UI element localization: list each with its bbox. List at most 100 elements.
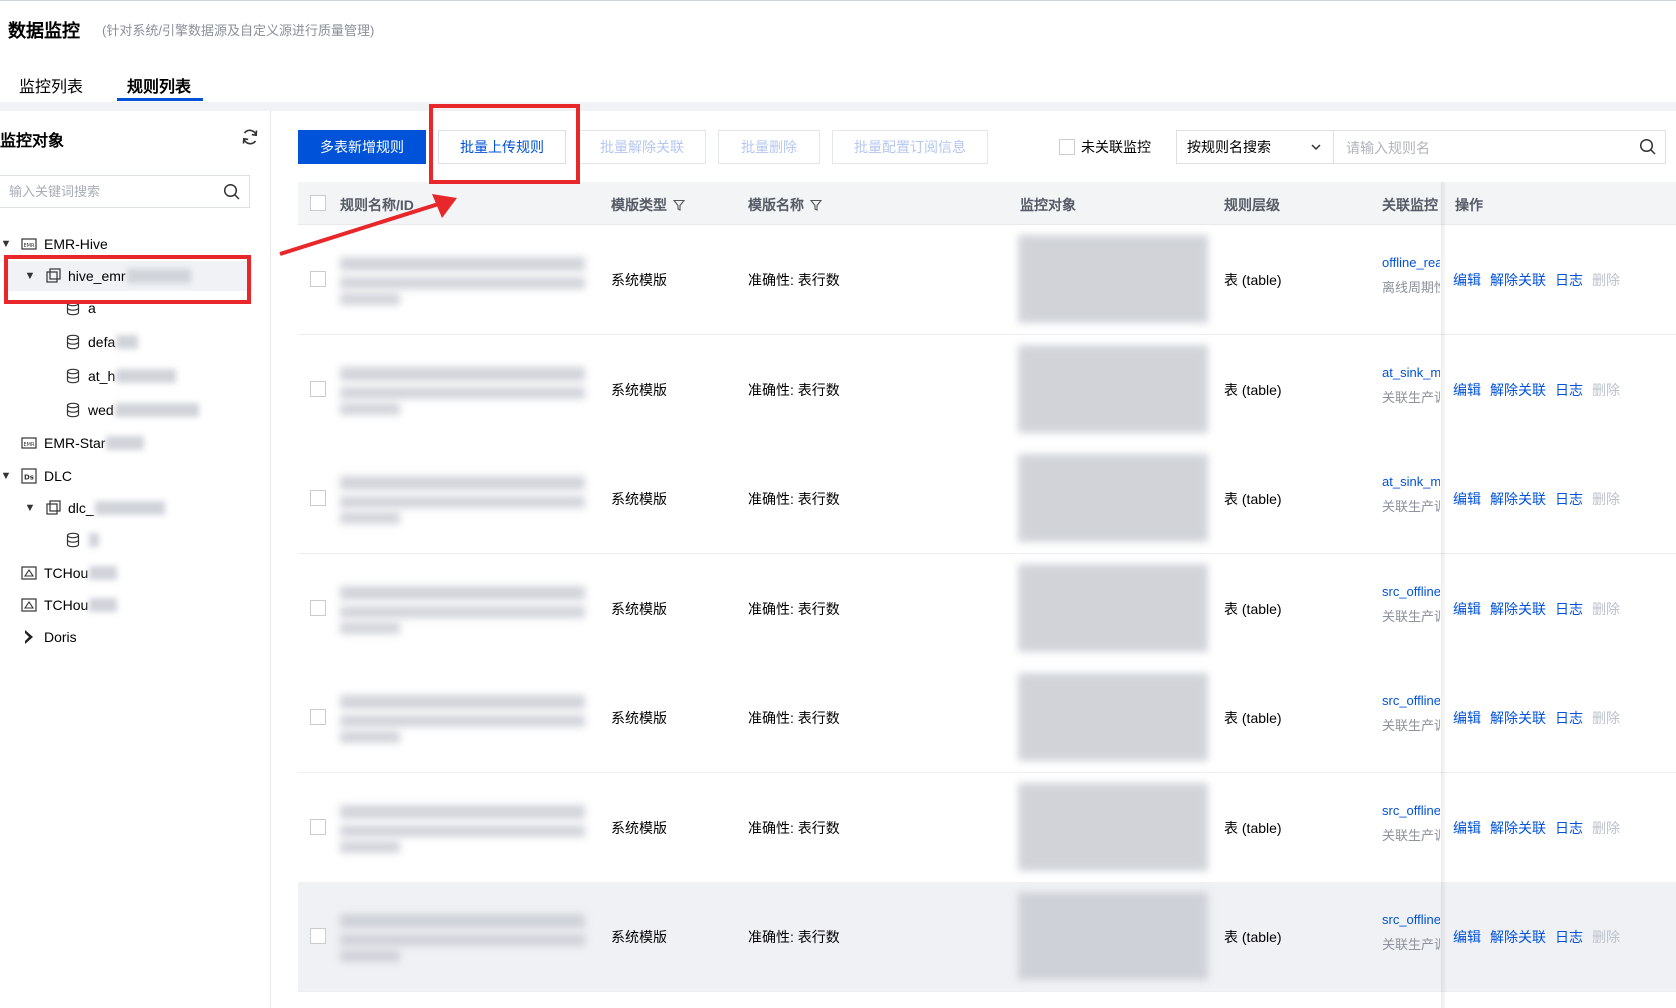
unlink-link[interactable]: 解除关联	[1490, 927, 1546, 947]
search-icon[interactable]	[223, 183, 241, 201]
edit-link[interactable]: 编辑	[1453, 380, 1481, 400]
unlink-link[interactable]: 解除关联	[1490, 708, 1546, 728]
filter-icon[interactable]	[810, 199, 822, 211]
expand-arrow-icon[interactable]: ▼	[0, 470, 12, 482]
linked-monitor-link[interactable]: offline_rea	[1382, 255, 1440, 270]
edit-link[interactable]: 编辑	[1453, 708, 1481, 728]
row-checkbox[interactable]	[310, 709, 326, 725]
row-checkbox[interactable]	[310, 381, 326, 397]
table-row[interactable]: 系统模版 准确性: 表行数 表 (table) src_offline 关联生产调编辑解…	[298, 882, 1676, 992]
search-type-select[interactable]: 按规则名搜索	[1176, 130, 1334, 164]
edit-link[interactable]: 编辑	[1453, 927, 1481, 947]
table-row[interactable]: 系统模版 准确性: 表行数 表 (table) at_sink_m 关联生产调编辑解除关…	[298, 335, 1676, 445]
table-row[interactable]: 系统模版 准确性: 表行数 表 (table) at_sink_m 关联生产调编辑解除关…	[298, 444, 1676, 554]
expand-arrow-icon[interactable]: ▼	[24, 502, 36, 514]
row-checkbox[interactable]	[310, 271, 326, 287]
redacted-rule-id	[340, 950, 400, 962]
edit-link[interactable]: 编辑	[1453, 270, 1481, 290]
tree-node-doris[interactable]: Doris	[20, 622, 77, 652]
delete-link[interactable]: 删除	[1592, 489, 1620, 509]
unlink-link[interactable]: 解除关联	[1490, 270, 1546, 290]
keyword-search-input[interactable]	[7, 183, 211, 200]
rule-search-field[interactable]	[1333, 130, 1666, 164]
log-link[interactable]: 日志	[1555, 270, 1583, 290]
table-row[interactable]: 系统模版 准确性: 表行数 表 (table) src_offline 关联生产调编辑解…	[298, 554, 1676, 664]
log-link[interactable]: 日志	[1555, 708, 1583, 728]
template-type-cell: 系统模版	[611, 272, 667, 288]
tree-node-db-dlc[interactable]	[64, 525, 99, 555]
template-name-cell: 准确性: 表行数	[748, 272, 840, 288]
template-type-cell: 系统模版	[611, 820, 667, 836]
tab-monitor-list[interactable]: 监控列表	[19, 73, 83, 97]
redacted-monitor-object	[1018, 564, 1208, 652]
log-link[interactable]: 日志	[1555, 489, 1583, 509]
dlc-icon: Ds	[21, 468, 37, 484]
delete-link[interactable]: 删除	[1592, 270, 1620, 290]
column-label: 模版名称	[748, 197, 804, 213]
svg-text:Ds: Ds	[24, 474, 34, 482]
tree-node-dlc-cluster[interactable]: ▼ dlc_	[24, 493, 165, 523]
tree-node-db-at-h[interactable]: at_h	[64, 361, 177, 391]
monitor-object-panel: 监控对象 ▼ EMR EMR-Hive ▼ hive_emr a defa at…	[0, 111, 271, 1008]
linked-monitor-link[interactable]: src_offline	[1382, 693, 1440, 708]
unlink-link[interactable]: 解除关联	[1490, 380, 1546, 400]
log-link[interactable]: 日志	[1555, 599, 1583, 619]
table-row[interactable]: 系统模版 准确性: 表行数 表 (table) src_offline 关联生产调编辑解…	[298, 663, 1676, 773]
tree-label: defa	[88, 334, 116, 350]
tree-node-tchouse-1[interactable]: TCHou	[20, 558, 118, 588]
unlinked-monitor-filter[interactable]: 未关联监控	[1059, 137, 1151, 157]
column-template-type[interactable]: 模版类型	[611, 195, 685, 215]
redacted-rule-name	[340, 695, 585, 709]
cluster-icon	[46, 500, 61, 515]
tab-rule-list[interactable]: 规则列表	[127, 73, 191, 97]
column-template-name[interactable]: 模版名称	[748, 195, 822, 215]
delete-link[interactable]: 删除	[1592, 599, 1620, 619]
search-icon[interactable]	[1639, 138, 1657, 156]
log-link[interactable]: 日志	[1555, 927, 1583, 947]
linked-monitor-link[interactable]: src_offline	[1382, 803, 1440, 818]
redacted-rule-name	[340, 805, 585, 819]
batch-delete-button[interactable]: 批量删除	[718, 130, 820, 164]
batch-unlink-button[interactable]: 批量解除关联	[578, 130, 706, 164]
rule-level-cell: 表 (table)	[1224, 601, 1282, 617]
row-checkbox[interactable]	[310, 928, 326, 944]
linked-monitor-link[interactable]: at_sink_m	[1382, 474, 1440, 489]
linked-monitor-link[interactable]: src_offline	[1382, 584, 1440, 599]
keyword-search-field[interactable]	[0, 175, 250, 208]
log-link[interactable]: 日志	[1555, 380, 1583, 400]
redacted-rule-name	[340, 367, 585, 381]
redacted-text	[106, 436, 145, 450]
edit-link[interactable]: 编辑	[1453, 489, 1481, 509]
edit-link[interactable]: 编辑	[1453, 818, 1481, 838]
unlink-link[interactable]: 解除关联	[1490, 818, 1546, 838]
table-row[interactable]: 系统模版 准确性: 表行数 表 (table) offline_rea 离线周期性编辑解…	[298, 225, 1676, 335]
tree-node-tchouse-2[interactable]: TCHou	[20, 590, 118, 620]
refresh-icon[interactable]	[240, 127, 260, 147]
linked-monitor-link[interactable]: at_sink_m	[1382, 365, 1440, 380]
batch-subscribe-config-button[interactable]: 批量配置订阅信息	[832, 130, 988, 164]
unlink-link[interactable]: 解除关联	[1490, 599, 1546, 619]
linked-monitor-link[interactable]: src_offline	[1382, 912, 1440, 927]
tree-node-db-defa[interactable]: defa	[64, 327, 139, 357]
delete-link[interactable]: 删除	[1592, 927, 1620, 947]
delete-link[interactable]: 删除	[1592, 818, 1620, 838]
delete-link[interactable]: 删除	[1592, 708, 1620, 728]
expand-arrow-icon[interactable]: ▼	[0, 238, 12, 250]
delete-link[interactable]: 删除	[1592, 380, 1620, 400]
tree-node-emr-star[interactable]: EMR EMR-Star	[20, 428, 145, 458]
tree-node-db-wed[interactable]: wed	[64, 395, 199, 425]
tree-node-dlc[interactable]: ▼ Ds DLC	[0, 461, 72, 491]
filter-icon[interactable]	[673, 199, 685, 211]
row-checkbox[interactable]	[310, 819, 326, 835]
log-link[interactable]: 日志	[1555, 818, 1583, 838]
unlink-link[interactable]: 解除关联	[1490, 489, 1546, 509]
edit-link[interactable]: 编辑	[1453, 599, 1481, 619]
row-checkbox[interactable]	[310, 600, 326, 616]
rule-search-input[interactable]	[1344, 139, 1628, 157]
top-border	[0, 0, 1676, 1]
redacted-monitor-object	[1018, 345, 1208, 433]
add-multi-table-rule-button[interactable]: 多表新增规则	[298, 130, 426, 164]
table-row[interactable]: 系统模版 准确性: 表行数 表 (table) src_offline 关联生产调编辑解…	[298, 773, 1676, 883]
unlinked-checkbox[interactable]	[1059, 139, 1075, 155]
row-checkbox[interactable]	[310, 490, 326, 506]
